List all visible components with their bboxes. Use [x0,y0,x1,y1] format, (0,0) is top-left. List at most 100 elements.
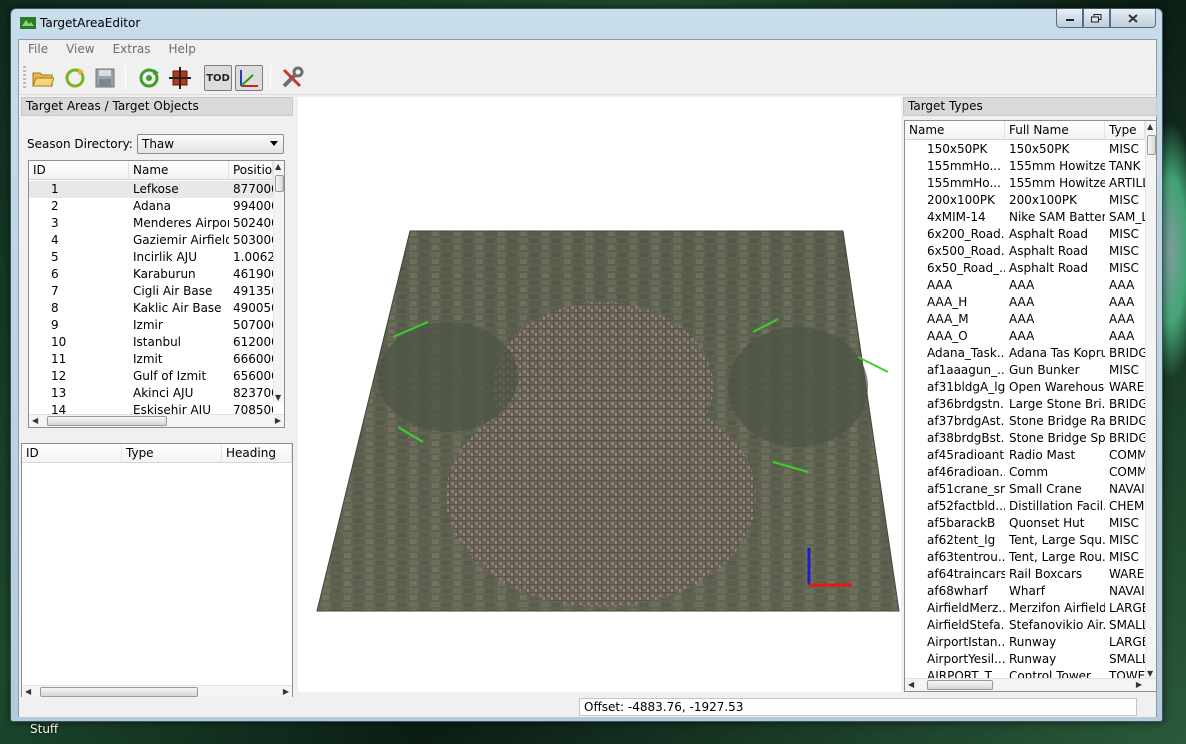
target-area-row[interactable]: 11 Izmit 666000 [29,351,273,368]
column-header-type[interactable]: Type [1105,121,1145,140]
scroll-left-icon[interactable]: ◀ [25,687,31,696]
scroll-up-icon[interactable]: ▲ [1147,122,1153,131]
scroll-thumb[interactable] [1147,135,1156,155]
target-type-row[interactable]: af1aaagun_... Gun Bunker MISC [905,362,1145,379]
target-area-row[interactable]: 12 Gulf of Izmit 656000 [29,368,273,385]
target-type-row[interactable]: 150x50PK 150x50PK MISC [905,141,1145,158]
target-type-row[interactable]: af31bldgA_lg Open Warehouse WAREI [905,379,1145,396]
target-area-row[interactable]: 5 Incirlik AJU 1.0062 [29,249,273,266]
target-areas-vscroll[interactable]: ▲ ▼ [273,161,284,403]
scroll-down-icon[interactable]: ▼ [275,393,281,402]
target-type-row[interactable]: af64traincars Rail Boxcars WAREI [905,566,1145,583]
target-areas-list[interactable]: ID Name Positio 1 Lefkose 877000 2 Adana 9940… [28,160,285,428]
target-type-cell: MISC [1109,261,1139,275]
target-type-row[interactable]: af5barackB Quonset Hut MISC [905,515,1145,532]
target-objects-list[interactable]: ID Type Heading ◀ ▶ [21,443,293,699]
scroll-right-icon[interactable]: ▶ [1136,680,1142,689]
target-type-cell: LARGE [1109,601,1145,615]
toolbar-grip[interactable] [23,66,26,90]
target-type-row[interactable]: 155mmHo... 155mm Howitzer ARTILL [905,175,1145,192]
target-type-row[interactable]: AirfieldMerz... Merzifon Airfield LARGE [905,600,1145,617]
target-type-row[interactable]: af52factbld... Distillation Facil... CHEM [905,498,1145,515]
target-type-row[interactable]: AAA_H AAA AAA [905,294,1145,311]
scroll-thumb[interactable] [47,416,167,426]
target-area-row[interactable]: 4 Gaziemir Airfield 503000 [29,232,273,249]
column-header-heading[interactable]: Heading [222,444,292,463]
tools-button[interactable] [278,65,306,91]
column-header-name[interactable]: Name [905,121,1005,140]
target-area-row[interactable]: 3 Menderes Airport 502400 [29,215,273,232]
terrain-3d-view[interactable] [298,97,901,692]
target-type-row[interactable]: af68wharf Wharf NAVAI [905,583,1145,600]
target-type-row[interactable]: 6x200_Road... Asphalt Road MISC [905,226,1145,243]
scroll-thumb[interactable] [275,175,284,192]
target-area-row[interactable]: 10 Istanbul 612000 [29,334,273,351]
target-area-row[interactable]: 13 Akinci AJU 823700 [29,385,273,402]
terrain-viewport[interactable] [298,97,901,692]
tod-toggle-button[interactable]: TOD [204,65,232,91]
target-type-row[interactable]: af51crane_sm Small Crane NAVAI [905,481,1145,498]
close-button[interactable] [1110,9,1156,28]
target-area-row[interactable]: 8 Kaklic Air Base 490050 [29,300,273,317]
scroll-thumb[interactable] [40,687,198,697]
menu-view[interactable]: View [57,40,103,59]
scroll-down-icon[interactable]: ▼ [1147,669,1153,678]
target-area-row[interactable]: 1 Lefkose 877000 [29,181,273,198]
desktop-icon-label[interactable]: Stuff [30,722,58,736]
save-button[interactable] [91,65,119,91]
column-header-id[interactable]: ID [22,444,122,463]
target-type-row[interactable]: af36brdgstn... Large Stone Bri... BRIDG [905,396,1145,413]
target-type-row[interactable]: af62tent_lg Tent, Large Squ... MISC [905,532,1145,549]
target-type-cell: af68wharf [927,584,988,598]
rotate-button[interactable] [135,65,163,91]
menu-help[interactable]: Help [160,40,205,59]
scroll-right-icon[interactable]: ▶ [283,687,289,696]
target-type-row[interactable]: 4xMIM-14 Nike SAM Battery SAM_L [905,209,1145,226]
menu-extras[interactable]: Extras [104,40,160,59]
scroll-thumb[interactable] [927,680,993,690]
target-type-row[interactable]: AirfieldStefa... Stefanovikio Air... SMALL [905,617,1145,634]
target-types-vscroll[interactable]: ▲ ▼ [1145,121,1156,679]
target-area-row[interactable]: 7 Cigli Air Base 491350 [29,283,273,300]
target-type-row[interactable]: af46radioan... Comm COMM [905,464,1145,481]
title-bar[interactable]: TargetAreaEditor [11,9,1162,37]
season-directory-select[interactable]: Thaw [137,134,284,154]
menu-file[interactable]: File [19,40,57,59]
target-types-list[interactable]: Name Full Name Type 150x50PK 150x50PK MISC… [904,120,1157,692]
open-button[interactable] [29,65,57,91]
target-type-row[interactable]: 200x100PK 200x100PK MISC [905,192,1145,209]
target-type-row[interactable]: Adana_Task... Adana Tas Kopru BRIDG [905,345,1145,362]
column-header-id[interactable]: ID [29,161,129,180]
scroll-left-icon[interactable]: ◀ [908,680,914,689]
target-type-row[interactable]: af63tentrou... Tent, Large Rou... MISC [905,549,1145,566]
target-types-hscroll[interactable]: ◀ ▶ [905,678,1156,691]
maximize-button[interactable] [1083,9,1110,28]
target-type-row[interactable]: AAA_O AAA AAA [905,328,1145,345]
column-header-full-name[interactable]: Full Name [1005,121,1105,140]
target-type-row[interactable]: 6x50_Road_... Asphalt Road MISC [905,260,1145,277]
axes-toggle-button[interactable] [235,65,263,91]
target-type-row[interactable]: AAA_M AAA AAA [905,311,1145,328]
target-type-row[interactable]: AAA AAA AAA [905,277,1145,294]
scroll-right-icon[interactable]: ▶ [275,416,281,425]
target-type-cell: CHEM [1109,499,1145,513]
target-type-row[interactable]: 155mmHo... 155mm Howitzer TANK [905,158,1145,175]
column-header-position[interactable]: Positio [229,161,273,180]
scroll-left-icon[interactable]: ◀ [32,416,38,425]
target-area-row[interactable]: 9 Izmir 507000 [29,317,273,334]
target-type-row[interactable]: 6x500_Road... Asphalt Road MISC [905,243,1145,260]
target-type-row[interactable]: af37brdgAst... Stone Bridge Ra... BRIDG [905,413,1145,430]
target-type-row[interactable]: AirportIstan... Runway LARGE [905,634,1145,651]
column-header-name[interactable]: Name [129,161,229,180]
scroll-up-icon[interactable]: ▲ [275,162,281,171]
target-button[interactable] [166,65,194,91]
minimize-button[interactable] [1056,9,1083,28]
target-type-row[interactable]: AirportYesil... Runway SMALL [905,651,1145,668]
target-area-row[interactable]: 2 Adana 994000 [29,198,273,215]
target-type-row[interactable]: af38brdgBst... Stone Bridge Sp... BRIDG [905,430,1145,447]
target-type-row[interactable]: af45radioant Radio Mast COMM [905,447,1145,464]
target-area-row[interactable]: 6 Karaburun 461900 [29,266,273,283]
reload-button[interactable] [61,65,89,91]
column-header-type[interactable]: Type [122,444,222,463]
target-areas-hscroll[interactable]: ◀ ▶ [29,414,284,427]
